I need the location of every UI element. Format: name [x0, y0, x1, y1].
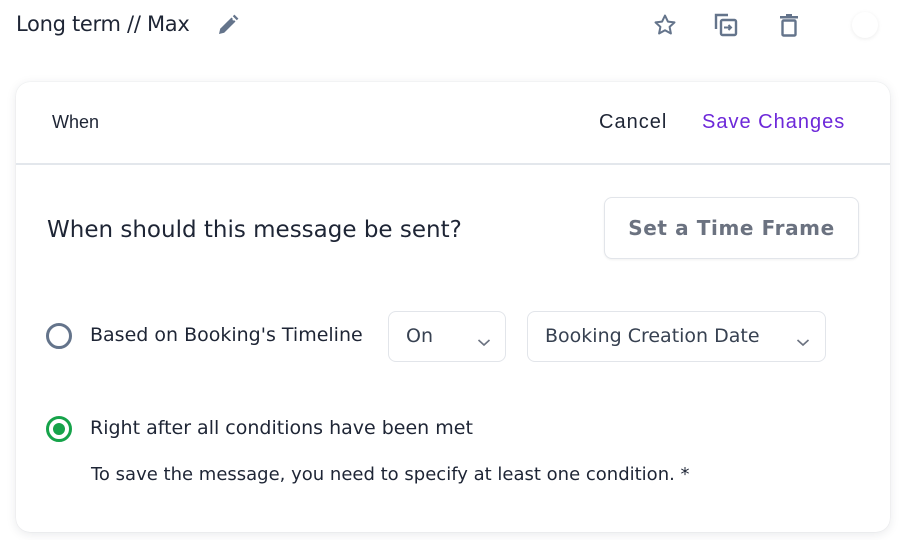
- cancel-button[interactable]: Cancel: [599, 111, 667, 134]
- relation-select[interactable]: On: [388, 311, 506, 362]
- option-label-conditions-met[interactable]: Right after all conditions have been met: [90, 417, 473, 439]
- chevron-down-icon: [796, 332, 810, 347]
- save-changes-button[interactable]: Save Changes: [702, 111, 845, 134]
- set-time-frame-button[interactable]: Set a Time Frame: [604, 197, 859, 259]
- relation-select-value: On: [406, 325, 433, 347]
- when-card: When Cancel Save Changes When should thi…: [16, 82, 890, 532]
- card-header: When Cancel Save Changes: [16, 82, 890, 165]
- section-label: When: [52, 112, 100, 132]
- radio-conditions-met[interactable]: [46, 416, 72, 442]
- date-field-select-value: Booking Creation Date: [545, 325, 760, 347]
- duplicate-icon[interactable]: [713, 12, 739, 38]
- top-bar: Long term // Max: [0, 0, 911, 52]
- condition-hint: To save the message, you need to specify…: [91, 464, 690, 485]
- radio-booking-timeline[interactable]: [46, 323, 72, 349]
- star-icon[interactable]: [652, 12, 678, 38]
- section-question: When should this message be sent?: [47, 217, 462, 243]
- edit-icon[interactable]: [216, 13, 240, 37]
- option-label-booking-timeline[interactable]: Based on Booking's Timeline: [90, 324, 363, 346]
- chevron-down-icon: [477, 332, 491, 347]
- toggle-switch[interactable]: [852, 12, 878, 38]
- trash-icon[interactable]: [776, 12, 802, 38]
- date-field-select[interactable]: Booking Creation Date: [527, 311, 826, 362]
- message-title: Long term // Max: [16, 12, 190, 36]
